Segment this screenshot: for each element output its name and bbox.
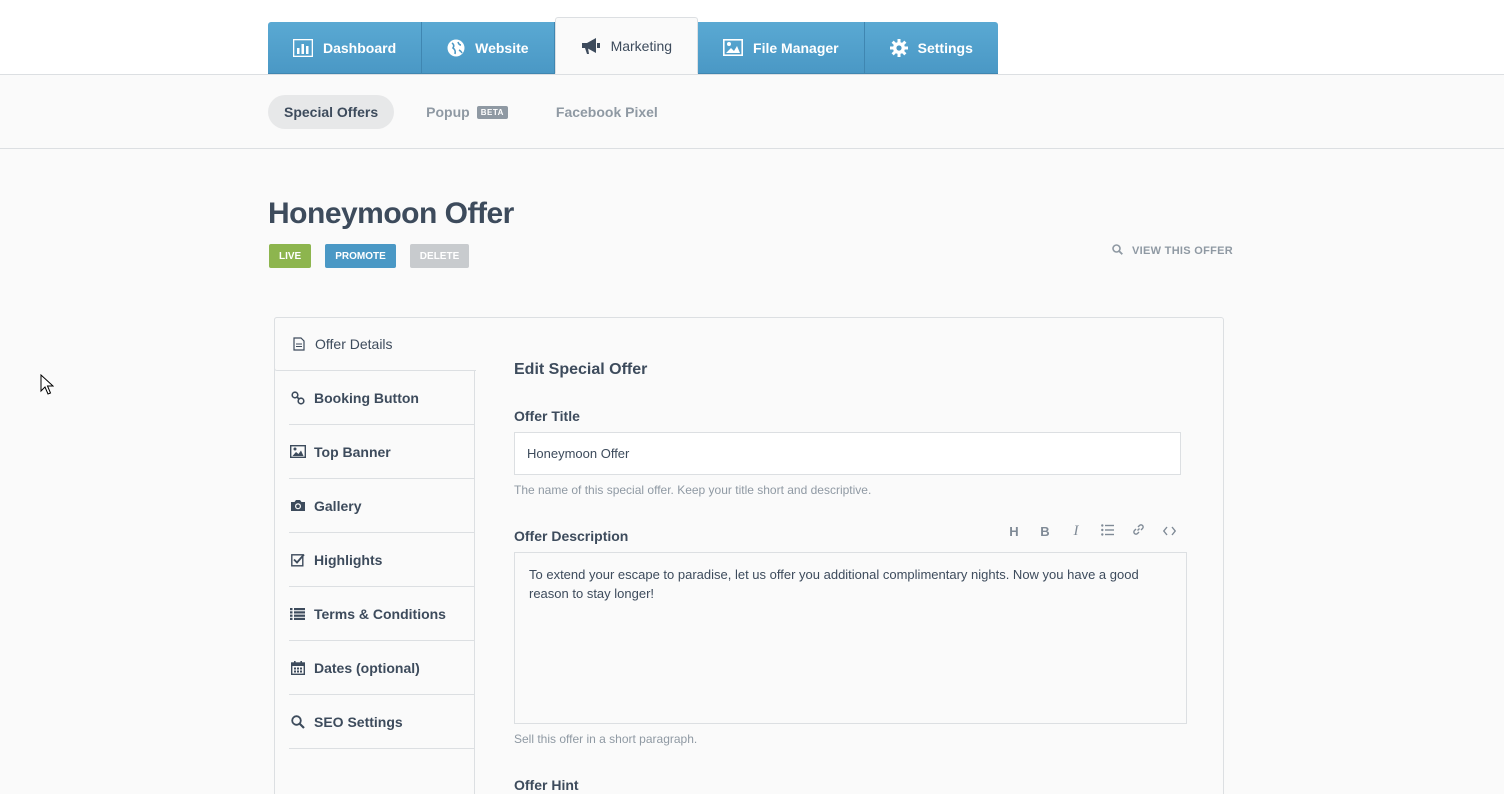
tab-file-manager[interactable]: File Manager [698, 22, 865, 74]
tab-marketing[interactable]: Marketing [554, 17, 699, 74]
tab-dashboard[interactable]: Dashboard [268, 22, 423, 74]
subtab-label: Special Offers [284, 104, 379, 120]
checkbox-icon [289, 553, 306, 567]
editor-toolbar: H B I [1004, 521, 1179, 541]
tab-label: Marketing [610, 37, 673, 54]
menu-item-offer-details[interactable]: Offer Details [274, 317, 476, 371]
offer-hint-label: Offer Hint [514, 777, 579, 793]
bulleted-list-icon [1100, 523, 1114, 539]
menu-item-booking-button[interactable]: Booking Button [289, 371, 475, 425]
offer-title-label: Offer Title [514, 408, 580, 424]
image-icon [289, 445, 306, 458]
megaphone-icon [581, 37, 601, 55]
beta-badge: BETA [476, 105, 508, 119]
tab-website[interactable]: Website [422, 22, 555, 74]
link-icon [1132, 523, 1145, 539]
promote-button[interactable]: PROMOTE [325, 244, 396, 268]
heading-button[interactable]: H [1004, 521, 1024, 541]
globe-icon [447, 39, 465, 57]
main-tabs: Dashboard Website Marketing File Manager… [268, 17, 998, 75]
menu-item-label: Booking Button [314, 389, 419, 406]
gear-icon [889, 38, 908, 57]
menu-item-dates[interactable]: Dates (optional) [289, 641, 475, 695]
bar-chart-icon [293, 38, 313, 57]
delete-button[interactable]: DELETE [409, 244, 470, 268]
subtab-label: Facebook Pixel [555, 104, 658, 120]
tab-settings[interactable]: Settings [864, 22, 998, 74]
menu-item-seo-settings[interactable]: SEO Settings [289, 695, 475, 749]
page-title: Honeymoon Offer [268, 197, 514, 230]
menu-item-label: Gallery [314, 497, 362, 514]
italic-button[interactable]: I [1066, 521, 1086, 541]
subtab-popup[interactable]: Popup BETA [410, 95, 524, 129]
list-button[interactable] [1097, 521, 1117, 541]
offer-title-value: Honeymoon Offer [527, 446, 630, 461]
offer-description-textarea[interactable]: To extend your escape to paradise, let u… [514, 552, 1187, 724]
offer-title-input[interactable]: Honeymoon Offer [514, 432, 1181, 475]
menu-item-label: SEO Settings [314, 713, 403, 730]
top-navigation: Dashboard Website Marketing File Manager… [0, 0, 1504, 75]
tab-label: Settings [917, 39, 973, 56]
offer-description-label: Offer Description [514, 528, 629, 544]
camera-icon [289, 499, 306, 512]
menu-item-gallery[interactable]: Gallery [289, 479, 475, 533]
menu-item-label: Highlights [314, 551, 383, 568]
menu-item-label: Offer Details [315, 336, 393, 352]
code-icon [1162, 524, 1176, 539]
search-icon [289, 714, 306, 729]
form-heading: Edit Special Offer [514, 361, 648, 378]
view-offer-link[interactable]: VIEW THIS OFFER [1112, 244, 1233, 258]
link-button[interactable] [1128, 521, 1148, 541]
subtab-label: Popup [426, 104, 470, 120]
link-icon [289, 390, 306, 405]
menu-item-highlights[interactable]: Highlights [289, 533, 475, 587]
tab-label: Dashboard [323, 39, 397, 56]
subtab-facebook-pixel[interactable]: Facebook Pixel [540, 95, 674, 129]
list-icon [289, 607, 306, 620]
sub-tabs: Special Offers Popup BETA Facebook Pixel [268, 95, 674, 129]
menu-item-label: Top Banner [314, 443, 391, 460]
menu-item-label: Dates (optional) [314, 659, 420, 676]
subtab-special-offers[interactable]: Special Offers [268, 95, 395, 129]
live-badge[interactable]: LIVE [269, 244, 312, 268]
offer-editor-panel: Offer Details Booking Button Top Banner … [274, 317, 1224, 794]
menu-item-terms-conditions[interactable]: Terms & Conditions [289, 587, 475, 641]
offer-side-menu: Offer Details Booking Button Top Banner … [274, 317, 476, 794]
search-icon [1112, 244, 1123, 258]
tab-label: Website [475, 39, 529, 56]
bold-button[interactable]: B [1035, 521, 1055, 541]
offer-description-help: Sell this offer in a short paragraph. [514, 732, 698, 746]
sub-navigation: Special Offers Popup BETA Facebook Pixel [0, 75, 1504, 149]
menu-item-top-banner[interactable]: Top Banner [289, 425, 475, 479]
menu-item-label: Terms & Conditions [314, 605, 446, 622]
mouse-cursor-icon [40, 373, 55, 400]
offer-title-help: The name of this special offer. Keep you… [514, 483, 872, 497]
document-icon [290, 337, 307, 351]
offer-actions: LIVE PROMOTE DELETE [269, 244, 470, 268]
calendar-icon [289, 660, 306, 675]
tab-label: File Manager [753, 39, 839, 56]
image-icon [723, 39, 744, 56]
view-offer-label: VIEW THIS OFFER [1132, 245, 1234, 257]
code-button[interactable] [1159, 521, 1179, 541]
